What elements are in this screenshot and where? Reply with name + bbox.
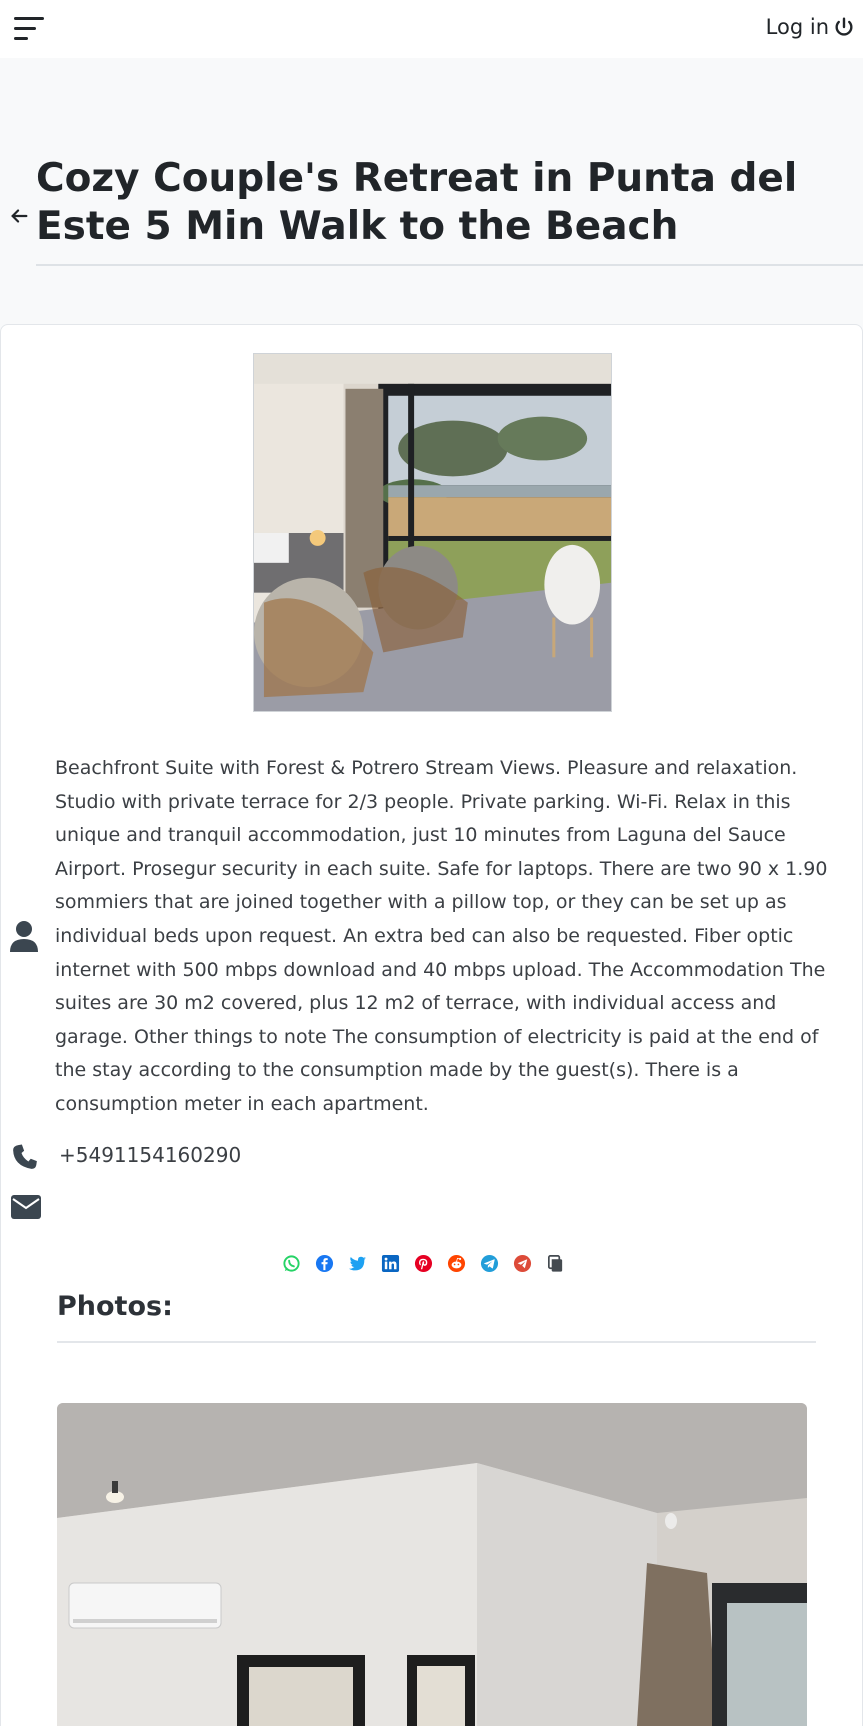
- email-share-icon[interactable]: [513, 1254, 532, 1273]
- phone-icon: [13, 1144, 37, 1169]
- pinterest-icon[interactable]: [414, 1254, 433, 1273]
- linkedin-icon[interactable]: [381, 1254, 400, 1273]
- page-title: Cozy Couple's Retreat in Punta del Este …: [36, 156, 798, 249]
- photos-heading: Photos:: [57, 1291, 173, 1322]
- listing-description: Beachfront Suite with Forest & Potrero S…: [55, 757, 828, 1115]
- facebook-icon[interactable]: [315, 1254, 334, 1273]
- top-navbar: Log in: [0, 0, 863, 58]
- copy-link-icon[interactable]: [546, 1254, 565, 1273]
- user-icon: [10, 921, 38, 952]
- power-icon: [835, 17, 853, 36]
- telegram-icon[interactable]: [480, 1254, 499, 1273]
- main-listing-photo[interactable]: [253, 353, 612, 712]
- twitter-icon[interactable]: [348, 1254, 367, 1273]
- whatsapp-icon[interactable]: [282, 1254, 301, 1273]
- gallery-photo[interactable]: [57, 1403, 807, 1726]
- envelope-icon[interactable]: [11, 1195, 41, 1219]
- hamburger-menu-icon[interactable]: [14, 16, 44, 42]
- share-bar: [282, 1254, 565, 1273]
- login-button[interactable]: Log in: [766, 15, 855, 39]
- phone-number-link[interactable]: +5491154160290: [59, 1143, 241, 1167]
- title-divider: [36, 264, 863, 266]
- login-label: Log in: [765, 15, 829, 39]
- photos-divider: [57, 1341, 816, 1343]
- arrow-left-icon[interactable]: [8, 205, 30, 227]
- reddit-icon[interactable]: [447, 1254, 466, 1273]
